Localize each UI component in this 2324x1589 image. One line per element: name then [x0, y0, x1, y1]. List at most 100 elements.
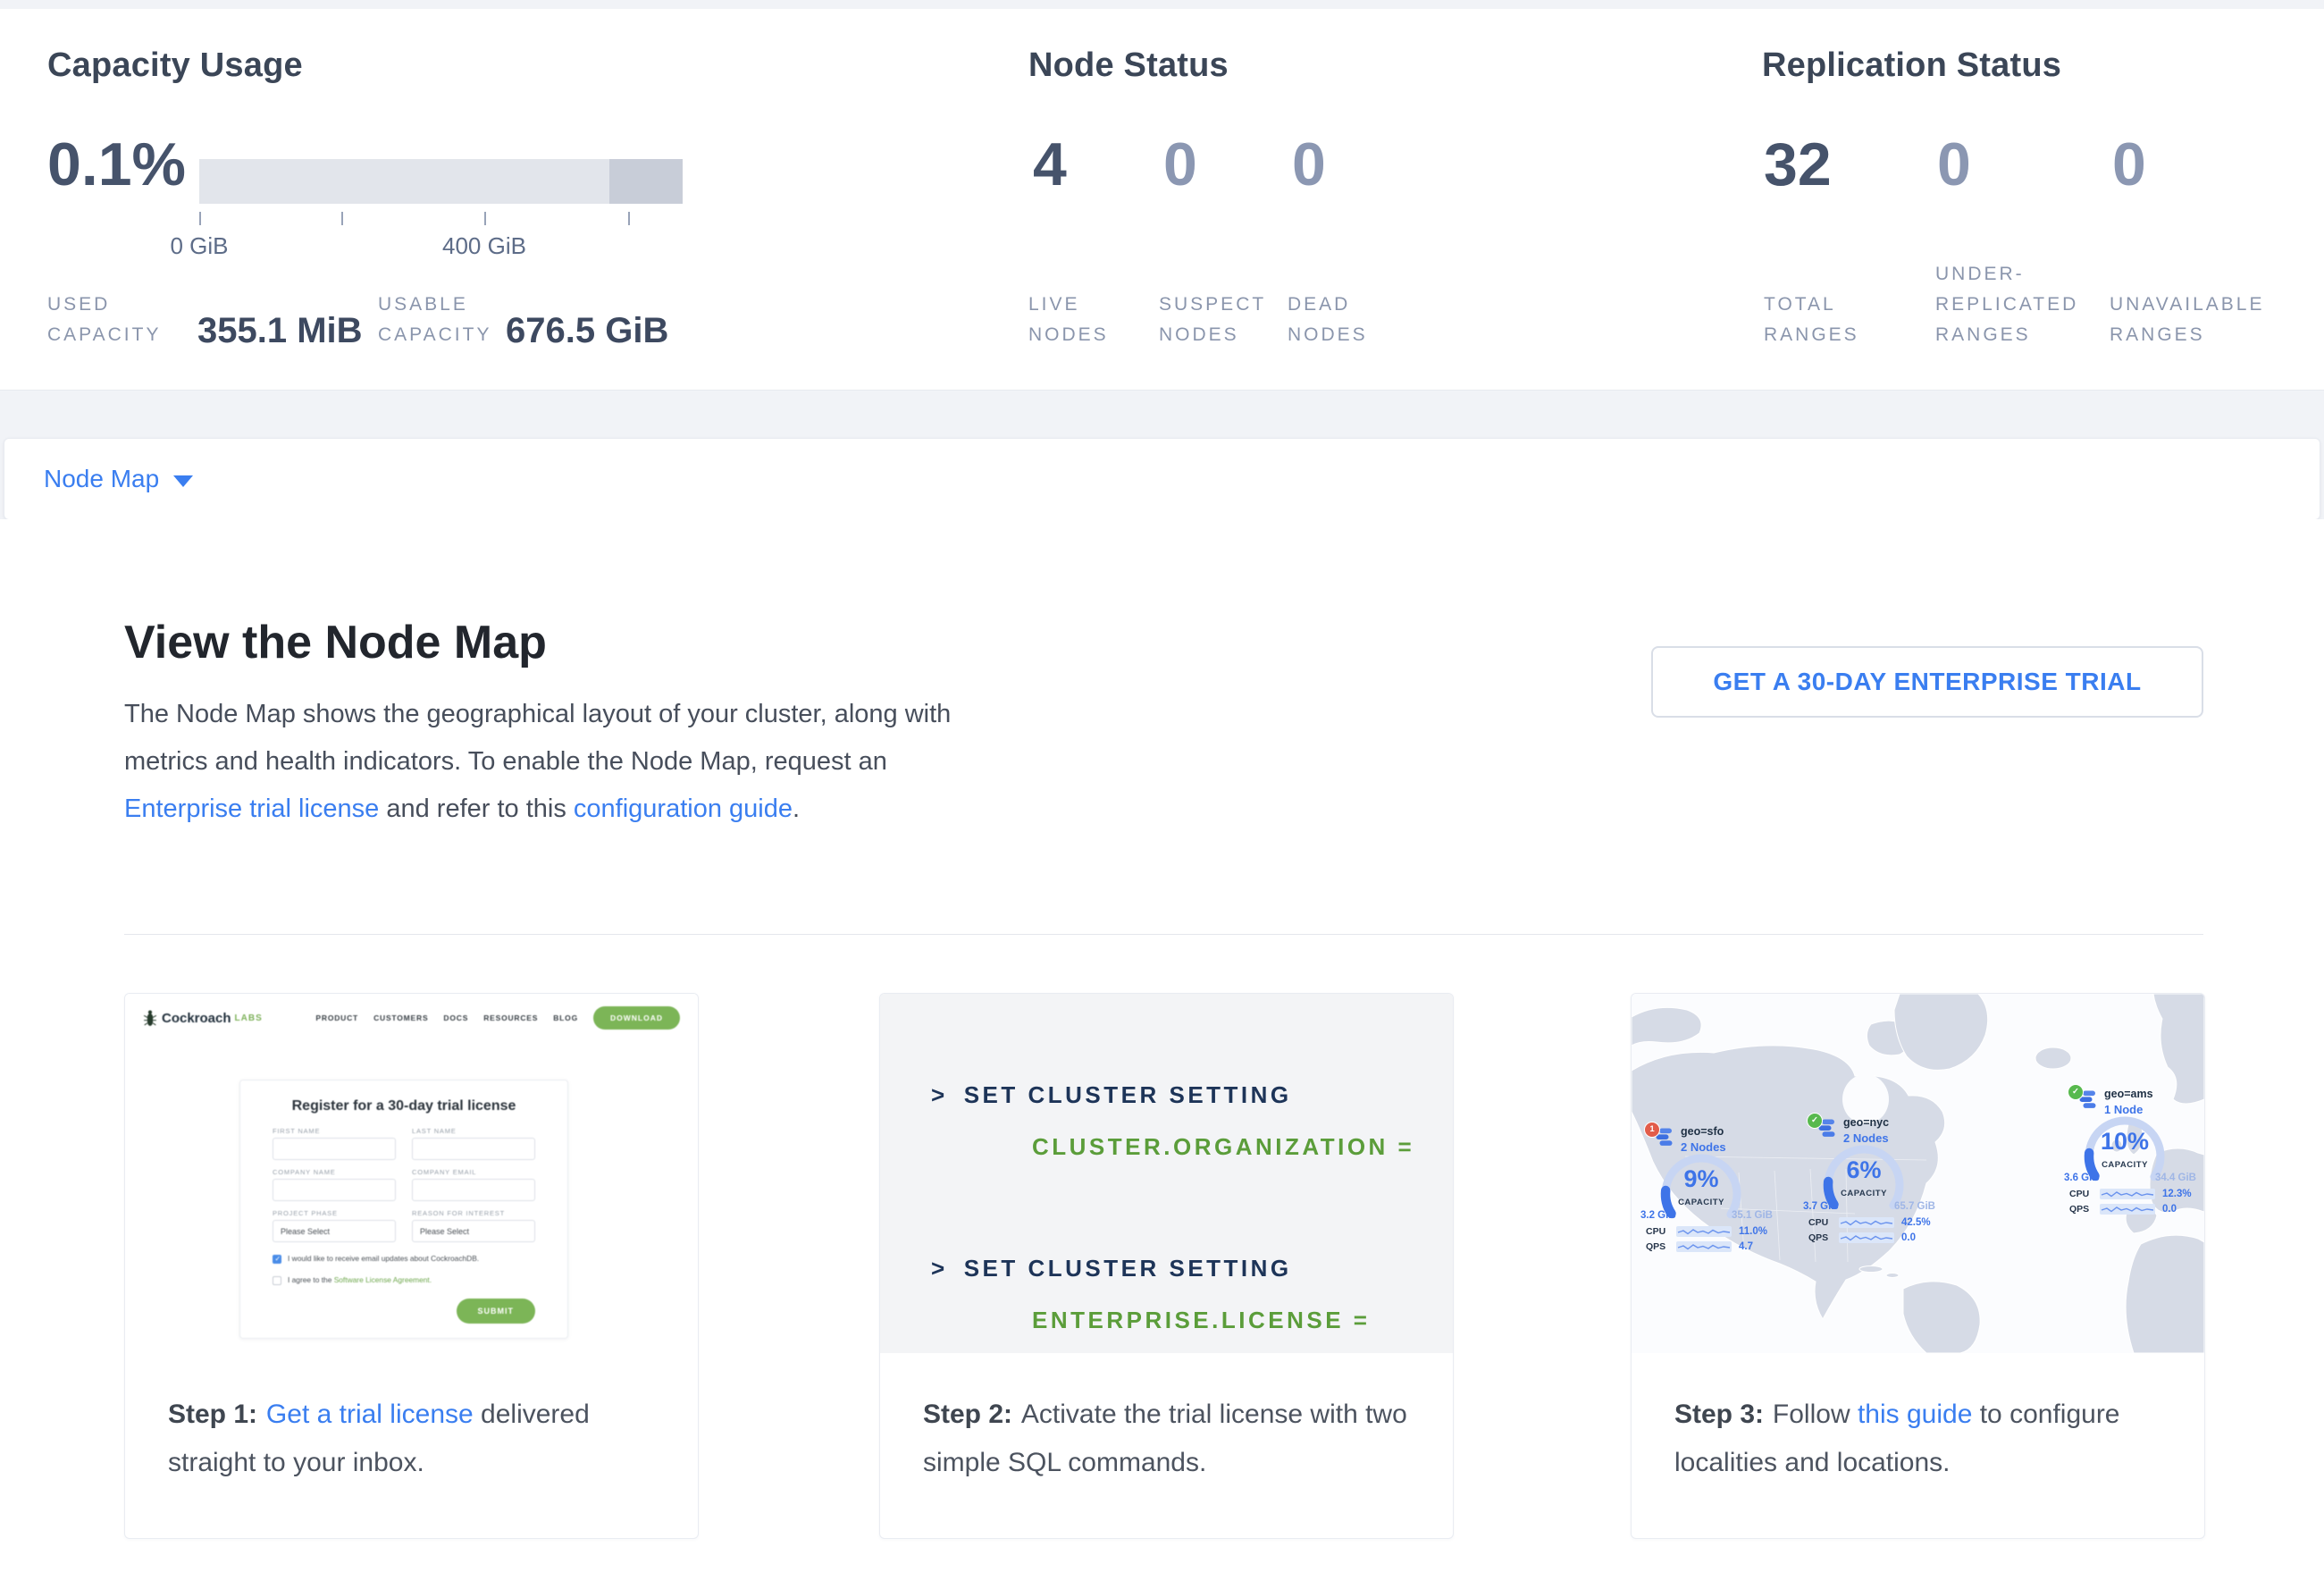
step1-card: Cockroach LABS PRODUCT CUSTOMERS DOCS RE… [124, 993, 699, 1539]
capacity-usage-title: Capacity Usage [47, 46, 303, 85]
locality-name: geo=ams [2104, 1088, 2153, 1100]
error-badge-icon: 1 [1644, 1122, 1660, 1138]
healthy-badge-icon: ✓ [2068, 1084, 2084, 1100]
mini-license-agreement-link: Software License Agreement. [334, 1275, 432, 1284]
mini-nav-product: PRODUCT [315, 1013, 358, 1022]
mini-nav-docs: DOCS [443, 1013, 468, 1022]
sql-commands-illustration: >SET CLUSTER SETTING CLUSTER.ORGANIZATIO… [880, 994, 1453, 1353]
usable-capacity-value: 676.5 GiB [506, 313, 668, 349]
capacity-axis-label: 400 GiB [431, 232, 538, 260]
map-location-nyc: 6% CAPACITY ✓ geo=nyc 2 Nodes 3.7 GiB65.… [1801, 1112, 1953, 1255]
cpu-sparkline [1676, 1226, 1732, 1237]
dead-nodes-label: DEAD NODES [1288, 290, 1368, 350]
node-map-preview: 9% CAPACITY 1 geo=sfo 2 Nodes 3.2 GiB35.… [1632, 994, 2204, 1353]
mini-license-agreement-checkbox-row: I agree to the Software License Agreemen… [273, 1275, 535, 1285]
unavailable-ranges-label: UNAVAILABLE RANGES [2110, 290, 2264, 350]
qps-sparkline [1839, 1232, 1894, 1243]
cockroach-logo-icon [143, 1010, 157, 1027]
cpu-sparkline [1839, 1217, 1894, 1228]
mini-project-phase-select: Please Select [273, 1220, 396, 1242]
mini-company-name-field [273, 1179, 396, 1201]
mini-nav-customers: CUSTOMERS [373, 1013, 428, 1022]
cluster-summary-bar: Capacity Usage 0.1% 0 GiB 400 GiB USED C… [0, 9, 2324, 391]
healthy-badge-icon: ✓ [1807, 1113, 1823, 1129]
capacity-total: 35.1 GiB [1732, 1210, 1773, 1221]
section-title: View the Node Map [124, 616, 547, 669]
sql-line-arg: ENTERPRISE.LICENSE = [1032, 1307, 1370, 1334]
usable-capacity-label: USABLE CAPACITY [378, 290, 491, 350]
live-nodes-label: LIVE NODES [1028, 290, 1109, 350]
total-ranges-value: 32 [1764, 134, 1832, 195]
mini-email-updates-checkbox-row: I would like to receive email updates ab… [273, 1254, 535, 1264]
checkbox-unchecked-icon [273, 1276, 281, 1285]
under-replicated-ranges-value: 0 [1937, 134, 1971, 195]
suspect-nodes-label: SUSPECT NODES [1159, 290, 1266, 350]
section-description: The Node Map shows the geographical layo… [124, 691, 993, 833]
checkbox-checked-icon [273, 1255, 281, 1264]
mini-submit-button: SUBMIT [457, 1299, 536, 1324]
step2-card: >SET CLUSTER SETTING CLUSTER.ORGANIZATIO… [879, 993, 1454, 1539]
capacity-total: 34.4 GiB [2155, 1173, 2196, 1183]
suspect-nodes-value: 0 [1163, 134, 1197, 195]
mini-form-fields: FIRST NAME LAST NAME COMPANY NAME COMPAN… [273, 1127, 535, 1242]
map-location-sfo: 9% CAPACITY 1 geo=sfo 2 Nodes 3.2 GiB35.… [1639, 1121, 1791, 1264]
step3-caption: Step 3:Follow this guide to configure lo… [1674, 1391, 2161, 1487]
capacity-used: 3.7 GiB [1803, 1201, 1839, 1212]
capacity-used: 3.6 GiB [2064, 1173, 2100, 1183]
locality-node-count: 2 Nodes [1681, 1140, 1726, 1154]
chevron-down-icon [173, 475, 193, 487]
get-trial-license-link[interactable]: Get a trial license [266, 1400, 474, 1429]
under-replicated-ranges-label: UNDER- REPLICATED RANGES [1935, 259, 2078, 350]
capacity-axis-label: 0 GiB [164, 232, 235, 260]
cockroach-labs-logo: Cockroach LABS [143, 1010, 263, 1027]
mini-reason-select: Please Select [412, 1220, 535, 1242]
capacity-axis-tick [341, 212, 343, 225]
locality-name: geo=sfo [1681, 1125, 1726, 1138]
mini-first-name-field [273, 1138, 396, 1160]
mini-registration-form: Register for a 30-day trial license FIRS… [239, 1080, 568, 1339]
mini-nav-blog: BLOG [553, 1013, 578, 1022]
capacity-axis-tick [199, 212, 201, 225]
sql-line-arg: CLUSTER.ORGANIZATION = [1032, 1133, 1414, 1161]
locality-node-count: 2 Nodes [1843, 1131, 1889, 1145]
locality-name: geo=nyc [1843, 1116, 1889, 1129]
used-capacity-label: USED CAPACITY [47, 290, 161, 350]
sql-line: >SET CLUSTER SETTING [931, 1081, 1292, 1109]
total-ranges-label: TOTAL RANGES [1764, 290, 1859, 350]
view-selector-bar: Node Map [4, 438, 2320, 520]
cpu-sparkline [2100, 1189, 2155, 1199]
sql-line: >SET CLUSTER SETTING [931, 1255, 1292, 1282]
mini-site-nav: PRODUCT CUSTOMERS DOCS RESOURCES BLOG DO… [315, 1006, 680, 1030]
trial-registration-screenshot: Cockroach LABS PRODUCT CUSTOMERS DOCS RE… [125, 994, 698, 1353]
section-divider [124, 934, 2203, 935]
qps-sparkline [2100, 1204, 2155, 1215]
node-status-title: Node Status [1028, 46, 1229, 85]
step3-card: 9% CAPACITY 1 geo=sfo 2 Nodes 3.2 GiB35.… [1631, 993, 2205, 1539]
mini-form-title: Register for a 30-day trial license [273, 1098, 535, 1114]
cluster-overview-page: Capacity Usage 0.1% 0 GiB 400 GiB USED C… [0, 0, 2324, 1589]
node-map-dropdown[interactable]: Node Map [44, 439, 193, 519]
unavailable-ranges-value: 0 [2112, 134, 2146, 195]
live-nodes-value: 4 [1033, 134, 1067, 195]
enterprise-trial-button[interactable]: GET A 30-DAY ENTERPRISE TRIAL [1651, 646, 2203, 718]
step2-caption: Step 2:Activate the trial license with t… [923, 1391, 1410, 1487]
used-capacity-value: 355.1 MiB [197, 313, 363, 349]
capacity-axis-tick [484, 212, 486, 225]
locality-node-count: 1 Node [2104, 1103, 2153, 1116]
step1-caption: Step 1:Get a trial license delivered str… [168, 1391, 655, 1487]
mini-download-button: DOWNLOAD [593, 1006, 680, 1030]
mini-company-email-field [412, 1179, 535, 1201]
capacity-used: 3.2 GiB [1640, 1210, 1676, 1221]
mini-site-header: Cockroach LABS PRODUCT CUSTOMERS DOCS RE… [143, 1006, 680, 1030]
this-guide-link[interactable]: this guide [1858, 1400, 1972, 1429]
enterprise-trial-license-link[interactable]: Enterprise trial license [124, 794, 379, 823]
replication-status-title: Replication Status [1762, 46, 2061, 85]
node-map-dropdown-label: Node Map [44, 465, 159, 493]
node-map-section: View the Node Map GET A 30-DAY ENTERPRIS… [0, 519, 2324, 1589]
map-location-ams: 10% CAPACITY ✓ geo=ams 1 Node 3.6 GiB34.… [2062, 1083, 2204, 1226]
capacity-bar [199, 159, 683, 204]
dead-nodes-value: 0 [1292, 134, 1326, 195]
capacity-axis-tick [628, 212, 630, 225]
capacity-percent: 0.1% [47, 134, 186, 195]
configuration-guide-link[interactable]: configuration guide [574, 794, 793, 823]
